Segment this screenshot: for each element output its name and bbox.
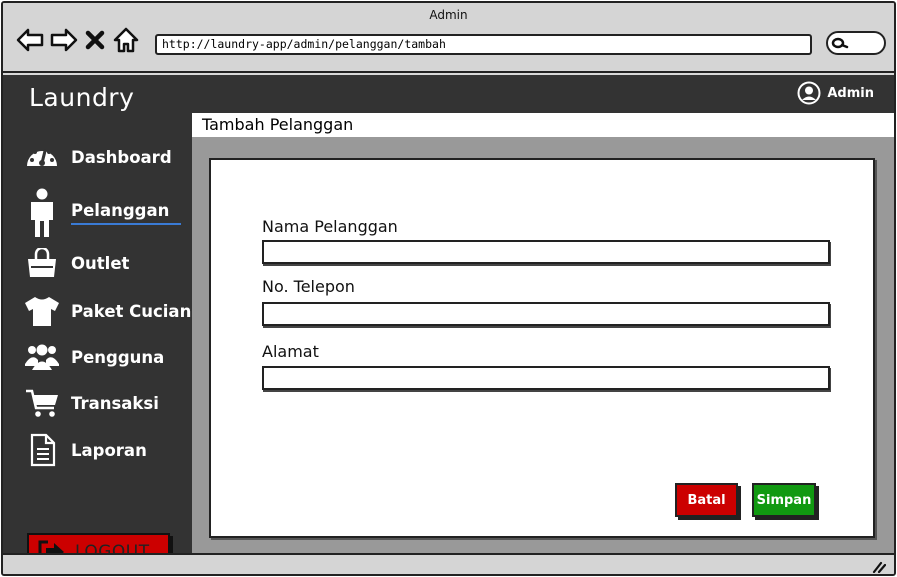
sidebar-item-label: Paket Cucian: [71, 301, 192, 321]
nama-pelanggan-input[interactable]: [262, 240, 830, 264]
dashboard-icon: [23, 140, 61, 174]
users-icon: [23, 340, 61, 374]
person-icon: [23, 187, 61, 239]
alamat-input[interactable]: [262, 366, 830, 390]
sidebar-item-label: Laporan: [71, 440, 147, 460]
app-area: Laundry Admin Dashboard Pelanggan Outlet…: [3, 75, 894, 570]
page-title: Tambah Pelanggan: [192, 113, 894, 137]
form-card: Nama Pelanggan No. Telepon Alamat Batal …: [209, 158, 875, 538]
sidebar-item-label: Transaksi: [71, 393, 159, 413]
sidebar-item-label: Dashboard: [71, 147, 172, 167]
document-icon: [23, 433, 61, 467]
sidebar-item-transaksi[interactable]: Transaksi: [23, 386, 159, 420]
sidebar-item-laporan[interactable]: Laporan: [23, 433, 147, 467]
user-avatar-icon: [797, 81, 821, 105]
sidebar-item-outlet[interactable]: Outlet: [23, 246, 129, 280]
back-arrow-icon[interactable]: [15, 25, 45, 55]
browser-window: Admin http://laundry-app/admin/pelanggan…: [1, 1, 896, 576]
browser-nav: [15, 25, 141, 55]
home-icon[interactable]: [111, 25, 141, 55]
forward-arrow-icon[interactable]: [49, 25, 79, 55]
app-topbar: Laundry Admin: [3, 75, 894, 113]
sidebar-item-dashboard[interactable]: Dashboard: [23, 140, 172, 174]
url-bar[interactable]: http://laundry-app/admin/pelanggan/tamba…: [155, 34, 812, 55]
tshirt-icon: [23, 294, 61, 328]
brand-logo[interactable]: Laundry: [29, 83, 134, 112]
sidebar: Dashboard Pelanggan Outlet Paket Cucian: [3, 113, 192, 570]
no-telepon-label: No. Telepon: [262, 277, 355, 296]
sidebar-item-paket-cucian[interactable]: Paket Cucian: [23, 294, 191, 328]
close-icon[interactable]: [83, 25, 107, 55]
search-icon: [831, 37, 849, 49]
window-title: Admin: [429, 8, 468, 22]
cancel-button[interactable]: Batal: [675, 483, 738, 517]
shopping-bag-icon: [23, 246, 61, 280]
browser-search[interactable]: [826, 31, 886, 55]
sidebar-item-pengguna[interactable]: Pengguna: [23, 340, 164, 374]
user-menu[interactable]: Admin: [797, 81, 874, 105]
resize-grip-icon[interactable]: [872, 561, 886, 573]
sidebar-item-label: Pelanggan: [71, 201, 182, 225]
no-telepon-input[interactable]: [262, 302, 830, 326]
cart-icon: [23, 386, 61, 420]
alamat-label: Alamat: [262, 342, 319, 361]
nama-pelanggan-label: Nama Pelanggan: [262, 217, 398, 236]
save-button[interactable]: Simpan: [752, 483, 816, 517]
browser-statusbar: [3, 553, 894, 574]
sidebar-item-label: Pengguna: [71, 347, 165, 367]
sidebar-item-label: Outlet: [71, 253, 130, 273]
browser-titlebar: Admin http://laundry-app/admin/pelanggan…: [3, 3, 894, 73]
user-name: Admin: [827, 85, 874, 101]
sidebar-item-pelanggan[interactable]: Pelanggan: [23, 187, 182, 239]
